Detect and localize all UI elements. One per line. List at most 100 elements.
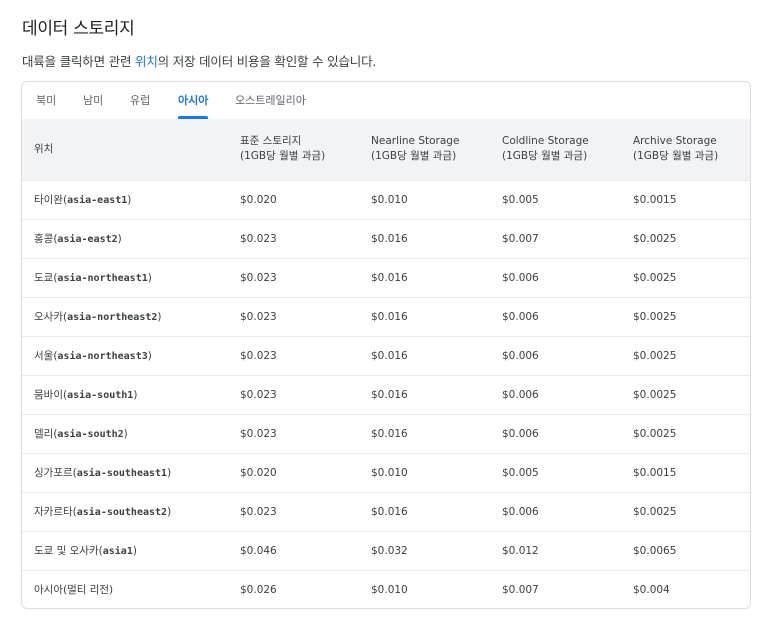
cell-price-nearline: $0.016 <box>371 427 408 440</box>
cell-location: 뭄바이(asia-south1) <box>22 375 240 414</box>
region-code: asia1 <box>102 546 133 557</box>
cell-location: 홍콩(asia-east2) <box>22 219 240 258</box>
location-name: 뭄바이( <box>34 389 68 401</box>
region-code: asia-northeast1 <box>57 273 148 284</box>
cell-price-standard: $0.023 <box>240 505 277 518</box>
table-row: 자카르타(asia-southeast2) $0.023 $0.016 $0.006 $… <box>22 492 750 531</box>
cell-price-standard: $0.020 <box>240 466 277 479</box>
cell-price-standard: $0.023 <box>240 349 277 362</box>
tab-europe[interactable]: 유럽 <box>130 82 150 119</box>
cell-price-standard: $0.023 <box>240 388 277 401</box>
cell-price-archive: $0.0025 <box>633 232 677 245</box>
pricing-table: 위치 표준 스토리지 (1GB당 월별 과금) Nearline Storage (… <box>22 119 750 608</box>
cell-location: 도쿄(asia-northeast1) <box>22 258 240 297</box>
location-name: 델리( <box>34 428 58 440</box>
cell-price-archive: $0.0025 <box>633 349 677 362</box>
column-header-nearline: Nearline Storage (1GB당 월별 과금) <box>371 119 502 180</box>
table-row: 도쿄 및 오사카(asia1) $0.046 $0.032 $0.012 $0.0065 <box>22 531 750 570</box>
table-row: 오사카(asia-northeast2) $0.023 $0.016 $0.006 $0… <box>22 297 750 336</box>
table-row: 아시아(멀티 리전) $0.026 $0.010 $0.007 $0.004 <box>22 570 750 608</box>
location-suffix: ) <box>167 467 172 479</box>
cell-location: 오사카(asia-northeast2) <box>22 297 240 336</box>
cell-price-archive: $0.004 <box>633 583 670 596</box>
column-header-archive-unit: (1GB당 월별 과금) <box>633 150 719 163</box>
intro-text-before: 대륙을 클릭하면 관련 <box>22 54 136 69</box>
location-suffix: ) <box>133 389 138 401</box>
cell-price-coldline: $0.006 <box>502 271 539 284</box>
region-code: asia-southeast2 <box>76 507 168 518</box>
cell-price-coldline: $0.005 <box>502 466 539 479</box>
cell-location: 싱가포르(asia-southeast1) <box>22 453 240 492</box>
cell-price-archive: $0.0025 <box>633 271 677 284</box>
location-name: 타이완( <box>34 194 68 206</box>
cell-price-coldline: $0.006 <box>502 388 539 401</box>
cell-price-nearline: $0.016 <box>371 388 408 401</box>
cell-price-nearline: $0.010 <box>371 466 408 479</box>
location-name: 홍콩( <box>34 233 58 245</box>
cell-price-coldline: $0.006 <box>502 427 539 440</box>
column-header-archive-label: Archive Storage <box>633 135 717 148</box>
cell-location: 아시아(멀티 리전) <box>22 570 240 608</box>
tab-south-america[interactable]: 남미 <box>83 82 103 119</box>
cell-price-nearline: $0.016 <box>371 349 408 362</box>
table-row: 싱가포르(asia-southeast1) $0.020 $0.010 $0.005 $… <box>22 453 750 492</box>
cell-price-coldline: $0.006 <box>502 310 539 323</box>
location-link[interactable]: 위치 <box>135 54 158 69</box>
table-row: 도쿄(asia-northeast1) $0.023 $0.016 $0.006 $0.… <box>22 258 750 297</box>
cell-price-nearline: $0.016 <box>371 271 408 284</box>
intro-text: 대륙을 클릭하면 관련 위치의 저장 데이터 비용을 확인할 수 있습니다. <box>22 51 376 70</box>
region-code: asia-northeast2 <box>67 312 158 323</box>
region-code: asia-east2 <box>57 234 118 245</box>
location-name: 도쿄 및 오사카( <box>34 545 103 557</box>
cell-price-archive: $0.0015 <box>633 466 677 479</box>
cell-price-nearline: $0.032 <box>371 544 408 557</box>
cell-price-archive: $0.0025 <box>633 505 677 518</box>
column-header-location-label: 위치 <box>34 142 54 155</box>
table-row: 타이완(asia-east1) $0.020 $0.010 $0.005 $0.0015 <box>22 180 750 219</box>
intro-text-after: 의 저장 데이터 비용을 확인할 수 있습니다. <box>157 54 377 69</box>
region-code: asia-southeast1 <box>76 468 168 479</box>
cell-price-standard: $0.023 <box>240 427 277 440</box>
table-row: 서울(asia-northeast3) $0.023 $0.016 $0.006 $0.… <box>22 336 750 375</box>
location-suffix: ) <box>147 350 152 362</box>
cell-price-nearline: $0.016 <box>371 310 408 323</box>
cell-price-nearline: $0.016 <box>371 505 408 518</box>
cell-price-coldline: $0.007 <box>502 232 539 245</box>
column-header-coldline-label: Coldline Storage <box>502 135 589 148</box>
cell-location: 서울(asia-northeast3) <box>22 336 240 375</box>
table-row: 뭄바이(asia-south1) $0.023 $0.016 $0.006 $0.002… <box>22 375 750 414</box>
cell-price-standard: $0.023 <box>240 310 277 323</box>
location-suffix: ) <box>127 194 132 206</box>
cell-price-nearline: $0.010 <box>371 583 408 596</box>
location-name: 자카르타( <box>34 506 77 518</box>
region-code: asia-south1 <box>67 390 134 401</box>
location-name: 도쿄( <box>34 272 58 284</box>
tab-north-america[interactable]: 북미 <box>36 82 56 119</box>
table-body: 타이완(asia-east1) $0.020 $0.010 $0.005 $0.0015… <box>22 180 750 608</box>
cell-price-coldline: $0.006 <box>502 349 539 362</box>
region-code: asia-east1 <box>67 195 128 206</box>
cell-price-archive: $0.0065 <box>633 544 677 557</box>
cell-price-coldline: $0.007 <box>502 583 539 596</box>
cell-price-archive: $0.0025 <box>633 388 677 401</box>
cell-price-standard: $0.023 <box>240 271 277 284</box>
location-name: 아시아(멀티 리전) <box>34 584 114 597</box>
table-header-row: 위치 표준 스토리지 (1GB당 월별 과금) Nearline Storage (… <box>22 119 750 180</box>
column-header-standard: 표준 스토리지 (1GB당 월별 과금) <box>240 119 371 180</box>
cell-price-standard: $0.020 <box>240 193 277 206</box>
location-suffix: ) <box>167 506 172 518</box>
cell-price-nearline: $0.016 <box>371 232 408 245</box>
cell-price-nearline: $0.010 <box>371 193 408 206</box>
column-header-standard-label: 표준 스토리지 <box>240 135 302 148</box>
cell-price-archive: $0.0025 <box>633 427 677 440</box>
table-row: 홍콩(asia-east2) $0.023 $0.016 $0.007 $0.0025 <box>22 219 750 258</box>
cell-price-coldline: $0.005 <box>502 193 539 206</box>
column-header-standard-unit: (1GB당 월별 과금) <box>240 150 326 163</box>
column-header-coldline-unit: (1GB당 월별 과금) <box>502 150 588 163</box>
tab-asia[interactable]: 아시아 <box>178 82 209 119</box>
cell-location: 델리(asia-south2) <box>22 414 240 453</box>
region-code: asia-south2 <box>57 429 124 440</box>
page: 데이터 스토리지 대륙을 클릭하면 관련 위치의 저장 데이터 비용을 확인할 … <box>0 0 765 627</box>
tab-australia[interactable]: 오스트레일리아 <box>235 82 306 119</box>
page-title: 데이터 스토리지 <box>22 19 135 39</box>
